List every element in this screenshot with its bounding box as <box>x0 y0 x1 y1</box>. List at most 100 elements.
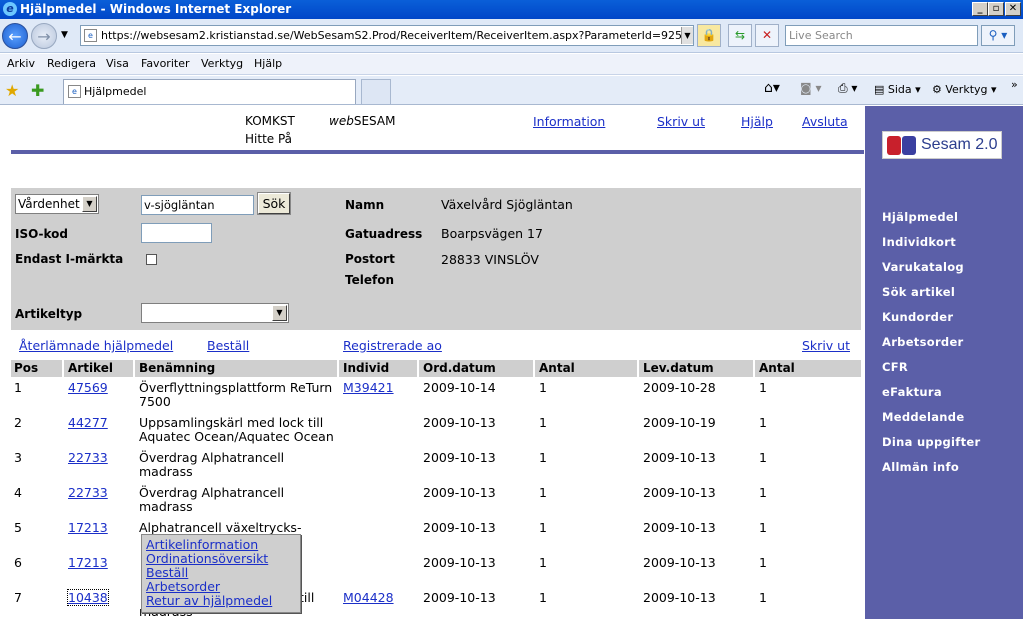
sidebar-item-9[interactable]: Dina uppgifter <box>882 435 980 449</box>
print-icon[interactable]: ⎙ ▾ <box>838 81 857 96</box>
link-help[interactable]: Hjälp <box>741 114 773 129</box>
ctx-article-info[interactable]: Artikelinformation <box>146 538 296 552</box>
gear-icon: ⚙ <box>932 83 946 96</box>
row-qty2: 1 <box>759 380 767 395</box>
row-delivery-date: 2009-10-13 <box>643 485 716 500</box>
only-marked-checkbox[interactable] <box>146 254 157 265</box>
row-article-link[interactable]: 17213 <box>68 521 108 535</box>
menu-redigera[interactable]: Redigera <box>47 57 96 70</box>
back-button[interactable]: ← <box>2 23 28 49</box>
search-button[interactable]: Sök <box>257 192 291 215</box>
minimize-button[interactable]: _ <box>972 2 988 16</box>
row-name: Överflyttningsplattform ReTurn 7500 <box>139 381 339 409</box>
ctx-ordination-overview[interactable]: Ordinationsöversikt <box>146 552 296 566</box>
row-article-link-text[interactable]: 17213 <box>68 520 108 535</box>
unit-select-value: Vårdenhet <box>18 197 80 211</box>
link-returned-aids[interactable]: Återlämnade hjälpmedel <box>19 338 173 353</box>
row-article-link[interactable]: 22733 <box>68 451 108 465</box>
link-order[interactable]: Beställ <box>207 338 249 353</box>
sidebar-item-1[interactable]: Individkort <box>882 235 956 249</box>
row-qty: 1 <box>539 380 547 395</box>
refresh-icon[interactable]: ⇆ <box>728 24 752 47</box>
tools-menu[interactable]: ⚙ Verktyg ▾ <box>932 83 997 96</box>
col-qty: Antal <box>539 361 575 375</box>
tab-label: Hjälpmedel <box>84 85 147 98</box>
row-pos: 1 <box>14 380 22 395</box>
sidebar-item-10[interactable]: Allmän info <box>882 460 959 474</box>
row-individ-link[interactable]: M39421 <box>343 381 394 395</box>
unit-select[interactable]: Vårdenhet ▼ <box>15 194 99 214</box>
history-dropdown-icon[interactable]: ▼ <box>61 30 68 40</box>
lock-icon[interactable]: 🔒 <box>697 24 721 47</box>
stop-icon[interactable]: ✕ <box>755 24 779 47</box>
menu-favoriter[interactable]: Favoriter <box>141 57 189 70</box>
col-qty2: Antal <box>759 361 795 375</box>
name-value: Växelvård Sjögläntan <box>441 197 573 212</box>
row-qty2: 1 <box>759 520 767 535</box>
favorites-star-icon[interactable]: ★ <box>5 81 19 100</box>
sidebar-item-4[interactable]: Kundorder <box>882 310 953 324</box>
row-article-link[interactable]: 17213 <box>68 556 108 570</box>
feeds-icon[interactable]: ◙ ▾ <box>800 81 821 95</box>
unit-input[interactable]: v-sjögläntan <box>141 195 254 215</box>
col-pos: Pos <box>14 361 39 375</box>
sidebar-item-6[interactable]: CFR <box>882 360 908 374</box>
sidebar-item-7[interactable]: eFaktura <box>882 385 942 399</box>
row-individ-link[interactable]: M04428 <box>343 591 394 605</box>
iso-input[interactable] <box>141 223 212 243</box>
sidebar-item-5[interactable]: Arbetsorder <box>882 335 964 349</box>
sidebar-item-3[interactable]: Sök artikel <box>882 285 955 299</box>
tab-hjalpmedel[interactable]: e Hjälpmedel <box>63 79 356 104</box>
link-print[interactable]: Skriv ut <box>802 338 850 353</box>
row-article-link[interactable]: 10438 <box>67 589 109 606</box>
link-print-top[interactable]: Skriv ut <box>657 114 705 129</box>
add-favorite-icon[interactable]: ✚ <box>31 81 44 100</box>
menu-hjalp[interactable]: Hjälp <box>254 57 282 70</box>
row-article-link-text[interactable]: 47569 <box>68 380 108 395</box>
app-name-suffix: SESAM <box>353 114 396 128</box>
live-search-input[interactable]: Live Search <box>785 25 978 46</box>
row-article-link[interactable]: 44277 <box>68 416 108 430</box>
sidebar-item-2[interactable]: Varukatalog <box>882 260 964 274</box>
row-article-link-text[interactable]: 22733 <box>68 450 108 465</box>
row-name-line2: 7500 <box>139 394 171 409</box>
menu-visa[interactable]: Visa <box>106 57 129 70</box>
link-registered-ao[interactable]: Registrerade ao <box>343 338 442 353</box>
article-type-select[interactable]: ▼ <box>141 303 289 323</box>
right-sidebar: Sesam 2.0 Hjälpmedel Individkort Varukatal… <box>865 106 1023 619</box>
maximize-button[interactable]: ▫ <box>988 2 1004 16</box>
row-article-link[interactable]: 22733 <box>68 486 108 500</box>
search-icon[interactable]: ⚲ ▾ <box>981 25 1015 46</box>
page-menu[interactable]: ▤ Sida ▾ <box>874 83 921 96</box>
url-dropdown-icon[interactable]: ▼ <box>681 27 693 44</box>
ctx-work-order[interactable]: Arbetsorder <box>146 580 296 594</box>
row-individ-link-text[interactable]: M39421 <box>343 380 394 395</box>
menu-verktyg[interactable]: Verktyg <box>201 57 243 70</box>
menu-arkiv[interactable]: Arkiv <box>7 57 35 70</box>
row-article-link-text[interactable]: 17213 <box>68 555 108 570</box>
chevron-right-icon[interactable]: » <box>1011 78 1018 91</box>
sidebar-item-8[interactable]: Meddelande <box>882 410 964 424</box>
url-field[interactable]: e https://websesam2.kristianstad.se/WebS… <box>80 25 694 46</box>
ctx-order[interactable]: Beställ <box>146 566 296 580</box>
forward-button[interactable]: → <box>31 23 57 49</box>
tab-page-icon: e <box>68 85 81 98</box>
sidebar-item-0[interactable]: Hjälpmedel <box>882 210 958 224</box>
link-information[interactable]: Information <box>533 114 605 129</box>
phone-label: Telefon <box>345 273 394 287</box>
row-article-link[interactable]: 47569 <box>68 381 108 395</box>
home-icon[interactable]: ⌂▾ <box>764 80 780 96</box>
article-type-label: Artikeltyp <box>15 307 83 321</box>
menu-bar: Arkiv Redigera Visa Favoriter Verktyg Hj… <box>0 54 1023 75</box>
row-qty: 1 <box>539 450 547 465</box>
new-tab-button[interactable] <box>361 79 391 104</box>
col-order-date: Ord.datum <box>423 361 496 375</box>
link-logout[interactable]: Avsluta <box>802 114 848 129</box>
row-article-link-text[interactable]: 44277 <box>68 415 108 430</box>
row-individ-link-text[interactable]: M04428 <box>343 590 394 605</box>
close-window-button[interactable]: ✕ <box>1005 2 1021 16</box>
row-article-link-text[interactable]: 22733 <box>68 485 108 500</box>
table-header: Pos Artikel Benämning Individ Ord.datum … <box>11 360 861 377</box>
ctx-return-aid[interactable]: Retur av hjälpmedel <box>146 594 296 608</box>
row-article-link-text[interactable]: 10438 <box>67 589 109 606</box>
